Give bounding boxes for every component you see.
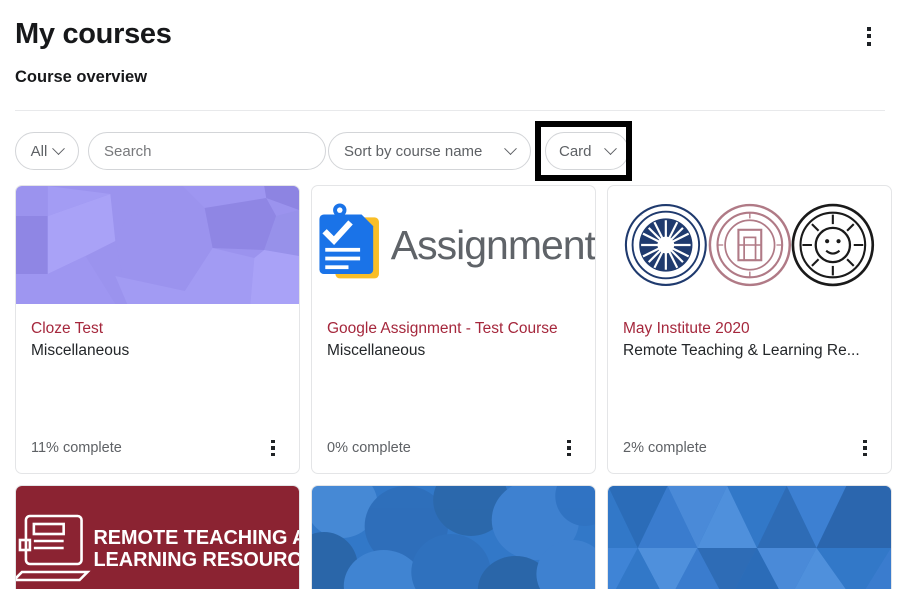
course-progress-text: 2% complete [623, 440, 707, 456]
university-seal-navy-icon: · [624, 204, 707, 286]
course-card-title[interactable]: May Institute 2020 [623, 318, 876, 339]
course-card-image: · [608, 186, 891, 304]
sort-dropdown[interactable]: Sort by course name [328, 132, 531, 170]
kebab-vertical-icon [567, 439, 571, 444]
course-card-category: Remote Teaching & Learning Re... [623, 342, 860, 359]
blue-triangles-pattern-icon [608, 486, 891, 589]
course-card-image [608, 486, 891, 589]
kebab-vertical-icon [567, 446, 571, 450]
course-card-image [16, 186, 299, 304]
course-card-body: Google Assignment - Test Course Miscella… [312, 304, 595, 423]
course-card-body: Cloze Test Miscellaneous [16, 304, 299, 423]
course-card-menu-button[interactable] [854, 436, 876, 460]
kebab-vertical-icon [567, 452, 571, 457]
course-progress-text: 11% complete [31, 440, 122, 456]
course-card-grid-row-2: REMOTE TEACHING AN LEARNING RESOURCES [15, 485, 892, 589]
course-card[interactable]: · May Institute 2020 Remote Teaching & L… [607, 185, 892, 474]
view-mode-dropdown[interactable]: Card [545, 132, 629, 170]
page-menu-button[interactable] [856, 22, 882, 50]
course-card-title[interactable]: Cloze Test [31, 318, 284, 339]
course-card-category: Miscellaneous [31, 342, 130, 359]
page-title: My courses [15, 18, 172, 50]
purple-polygons-pattern-icon [16, 186, 299, 304]
svg-text:·: · [641, 213, 643, 218]
sort-dropdown-label: Sort by course name [344, 142, 483, 160]
course-card[interactable]: Assignment Google Assignment - Test Cour… [311, 185, 596, 474]
course-card-image: Assignment [312, 186, 595, 304]
course-card[interactable] [607, 485, 892, 589]
kebab-vertical-icon [271, 446, 275, 450]
search-placeholder: Search [104, 142, 152, 160]
chevron-down-icon [52, 141, 66, 155]
kebab-vertical-icon [863, 439, 867, 444]
course-card-footer: 11% complete [16, 423, 299, 473]
filter-dropdown-label: All [30, 142, 48, 160]
search-input[interactable]: Search [88, 132, 326, 170]
blue-circles-pattern-icon [312, 486, 595, 589]
kebab-vertical-icon [867, 34, 871, 38]
course-card-title[interactable]: Google Assignment - Test Course [327, 318, 580, 339]
course-card-menu-button[interactable] [558, 436, 580, 460]
kebab-vertical-icon [867, 41, 871, 46]
banner-line-1: REMOTE TEACHING AN [93, 527, 299, 549]
view-mode-label: Card [559, 142, 592, 160]
course-card[interactable]: Cloze Test Miscellaneous 11% complete [15, 185, 300, 474]
kebab-vertical-icon [271, 439, 275, 444]
banner-line-2: LEARNING RESOURCES [93, 549, 299, 571]
course-card-footer: 0% complete [312, 423, 595, 473]
chevron-down-icon [504, 141, 517, 155]
my-courses-page: My courses Course overview All Search So… [0, 0, 900, 589]
kebab-vertical-icon [867, 26, 871, 31]
section-subtitle: Course overview [15, 68, 148, 86]
chevron-down-icon [604, 141, 617, 155]
header-divider [15, 110, 885, 111]
course-card[interactable]: REMOTE TEACHING AN LEARNING RESOURCES [15, 485, 300, 589]
university-seal-black-icon [791, 203, 875, 287]
course-card[interactable] [311, 485, 596, 589]
course-progress-text: 0% complete [327, 440, 411, 456]
remote-teaching-banner-icon: REMOTE TEACHING AN LEARNING RESOURCES [16, 486, 299, 589]
course-card-image [312, 486, 595, 589]
course-card-body: May Institute 2020 Remote Teaching & Lea… [608, 304, 891, 423]
kebab-vertical-icon [271, 452, 275, 457]
course-card-menu-button[interactable] [262, 436, 284, 460]
course-card-grid: Cloze Test Miscellaneous 11% complete As… [15, 185, 892, 474]
course-card-category: Miscellaneous [327, 342, 426, 359]
course-card-image: REMOTE TEACHING AN LEARNING RESOURCES [16, 486, 299, 589]
university-seal-rose-icon [708, 203, 791, 287]
filter-dropdown[interactable]: All [15, 132, 79, 170]
course-card-footer: 2% complete [608, 423, 891, 473]
kebab-vertical-icon [863, 446, 867, 450]
kebab-vertical-icon [863, 452, 867, 457]
google-assignment-icon [319, 203, 379, 279]
assignment-wordmark: Assignment [390, 221, 595, 268]
